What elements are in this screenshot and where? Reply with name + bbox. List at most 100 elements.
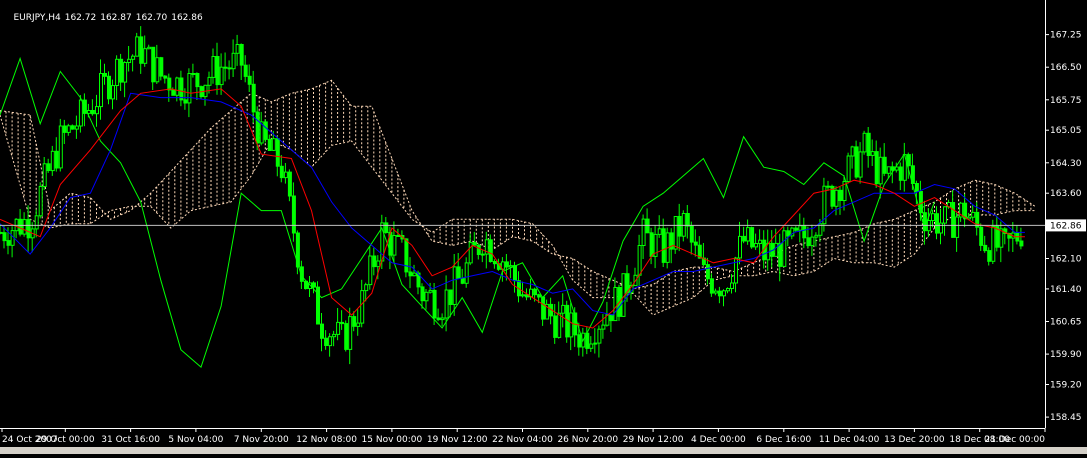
candle-body <box>291 195 296 234</box>
candle-body <box>432 289 437 319</box>
candle-body <box>645 218 650 234</box>
candle-body <box>914 183 919 192</box>
candle-body <box>58 125 63 169</box>
symbol-timeframe: EURJPY,H4 <box>13 13 61 23</box>
candle-body <box>521 294 525 297</box>
candle-body <box>66 125 71 133</box>
candle-body <box>480 253 485 256</box>
candle-body <box>107 75 111 100</box>
candle-body <box>179 77 184 101</box>
candle-body <box>74 125 79 130</box>
candle-body <box>143 48 148 64</box>
candle-body <box>931 213 935 221</box>
candle-body <box>263 121 268 140</box>
candle-body <box>492 261 497 265</box>
candle-body <box>858 151 863 178</box>
candle-body <box>508 265 513 268</box>
high-price: 162.87 <box>100 13 132 23</box>
candle-body <box>38 186 43 217</box>
price-tick-label: 165.05 <box>1050 126 1082 136</box>
candle-body <box>0 231 3 234</box>
candle-body <box>46 163 51 172</box>
candle-body <box>782 230 787 267</box>
candle-body <box>705 264 710 280</box>
candle-body <box>336 321 341 335</box>
candle-body <box>235 44 240 54</box>
low-price: 162.70 <box>135 13 168 23</box>
candle-body <box>219 66 224 86</box>
time-tick-label: 7 Nov 20:00 <box>234 435 289 445</box>
candle-body <box>673 216 678 250</box>
candle-body <box>119 58 124 83</box>
candle-body <box>569 312 574 338</box>
candle-body <box>111 85 115 100</box>
candle-body <box>504 261 509 268</box>
candle-body <box>951 202 956 238</box>
candle-body <box>436 317 441 321</box>
candle-body <box>183 99 188 104</box>
time-tick-label: 13 Dec 20:00 <box>884 435 945 445</box>
candle-body <box>147 46 152 50</box>
candle-body <box>99 73 103 108</box>
time-tick-label: 29 Oct 00:00 <box>36 435 95 445</box>
candle-body <box>637 245 642 276</box>
price-tick-label: 161.40 <box>1050 285 1082 295</box>
candle-body <box>802 225 807 239</box>
candle-body <box>862 132 867 153</box>
candle-body <box>898 166 903 181</box>
candle-body <box>850 146 855 157</box>
candle-body <box>838 189 843 202</box>
candle-body <box>6 240 11 246</box>
candle-body <box>348 316 353 350</box>
candle-body <box>312 282 316 288</box>
candle-body <box>448 289 453 305</box>
time-tick-label: 19 Nov 12:00 <box>427 435 488 445</box>
candle-body <box>955 216 960 238</box>
kijun-sen-line <box>0 92 1025 316</box>
candle-body <box>187 73 192 104</box>
candle-body <box>376 260 381 268</box>
candle-body <box>271 138 276 151</box>
time-tick-label: 29 Nov 12:00 <box>623 435 684 445</box>
candle-body <box>561 304 566 314</box>
candle-body <box>754 243 759 248</box>
candle-body <box>677 216 682 237</box>
candle-body <box>513 265 517 282</box>
candle-body <box>810 236 815 247</box>
candle-body <box>649 232 654 257</box>
price-tick-label: 160.65 <box>1050 318 1082 328</box>
time-tick-label: 4 Dec 00:00 <box>691 435 746 445</box>
candle-body <box>279 165 284 179</box>
candle-body <box>585 332 590 349</box>
candle-body <box>328 336 333 347</box>
price-chart-svg[interactable]: 167.25 166.50 165.75 165.05 164.30 163.60 162.… <box>0 0 1087 454</box>
candle-body <box>460 277 465 284</box>
candle-body <box>275 138 280 167</box>
candle-body <box>127 58 132 63</box>
candle-body <box>456 266 461 279</box>
candle-body <box>251 83 256 113</box>
candle-body <box>131 55 136 60</box>
time-tick-label: 6 Dec 16:00 <box>756 435 811 445</box>
candle-body <box>641 218 646 247</box>
candle-body <box>730 282 734 289</box>
candle-body <box>533 288 538 296</box>
bottom-tab-strip <box>0 447 1087 454</box>
chart-area[interactable]: EURJPY,H4 162.72 162.87 162.70 162.86 167.25… <box>0 0 1087 454</box>
candle-body <box>609 314 614 322</box>
candle-body <box>798 225 803 231</box>
price-tick-label: 162.10 <box>1050 255 1082 265</box>
candle-body <box>195 73 200 88</box>
candle-body <box>452 266 457 305</box>
candle-body <box>340 321 345 325</box>
time-tick-label: 21 Dec 00:00 <box>984 435 1045 445</box>
candle-body <box>935 213 939 234</box>
time-tick-label: 15 Nov 00:00 <box>362 435 423 445</box>
candle-body <box>774 242 779 257</box>
price-tick-label: 165.75 <box>1050 96 1082 106</box>
candle-body <box>50 150 55 172</box>
candle-body <box>541 296 546 320</box>
chart-header: EURJPY,H4 162.72 162.87 162.70 162.86 <box>2 3 207 33</box>
candle-body <box>874 151 879 185</box>
candle-body <box>537 294 542 298</box>
